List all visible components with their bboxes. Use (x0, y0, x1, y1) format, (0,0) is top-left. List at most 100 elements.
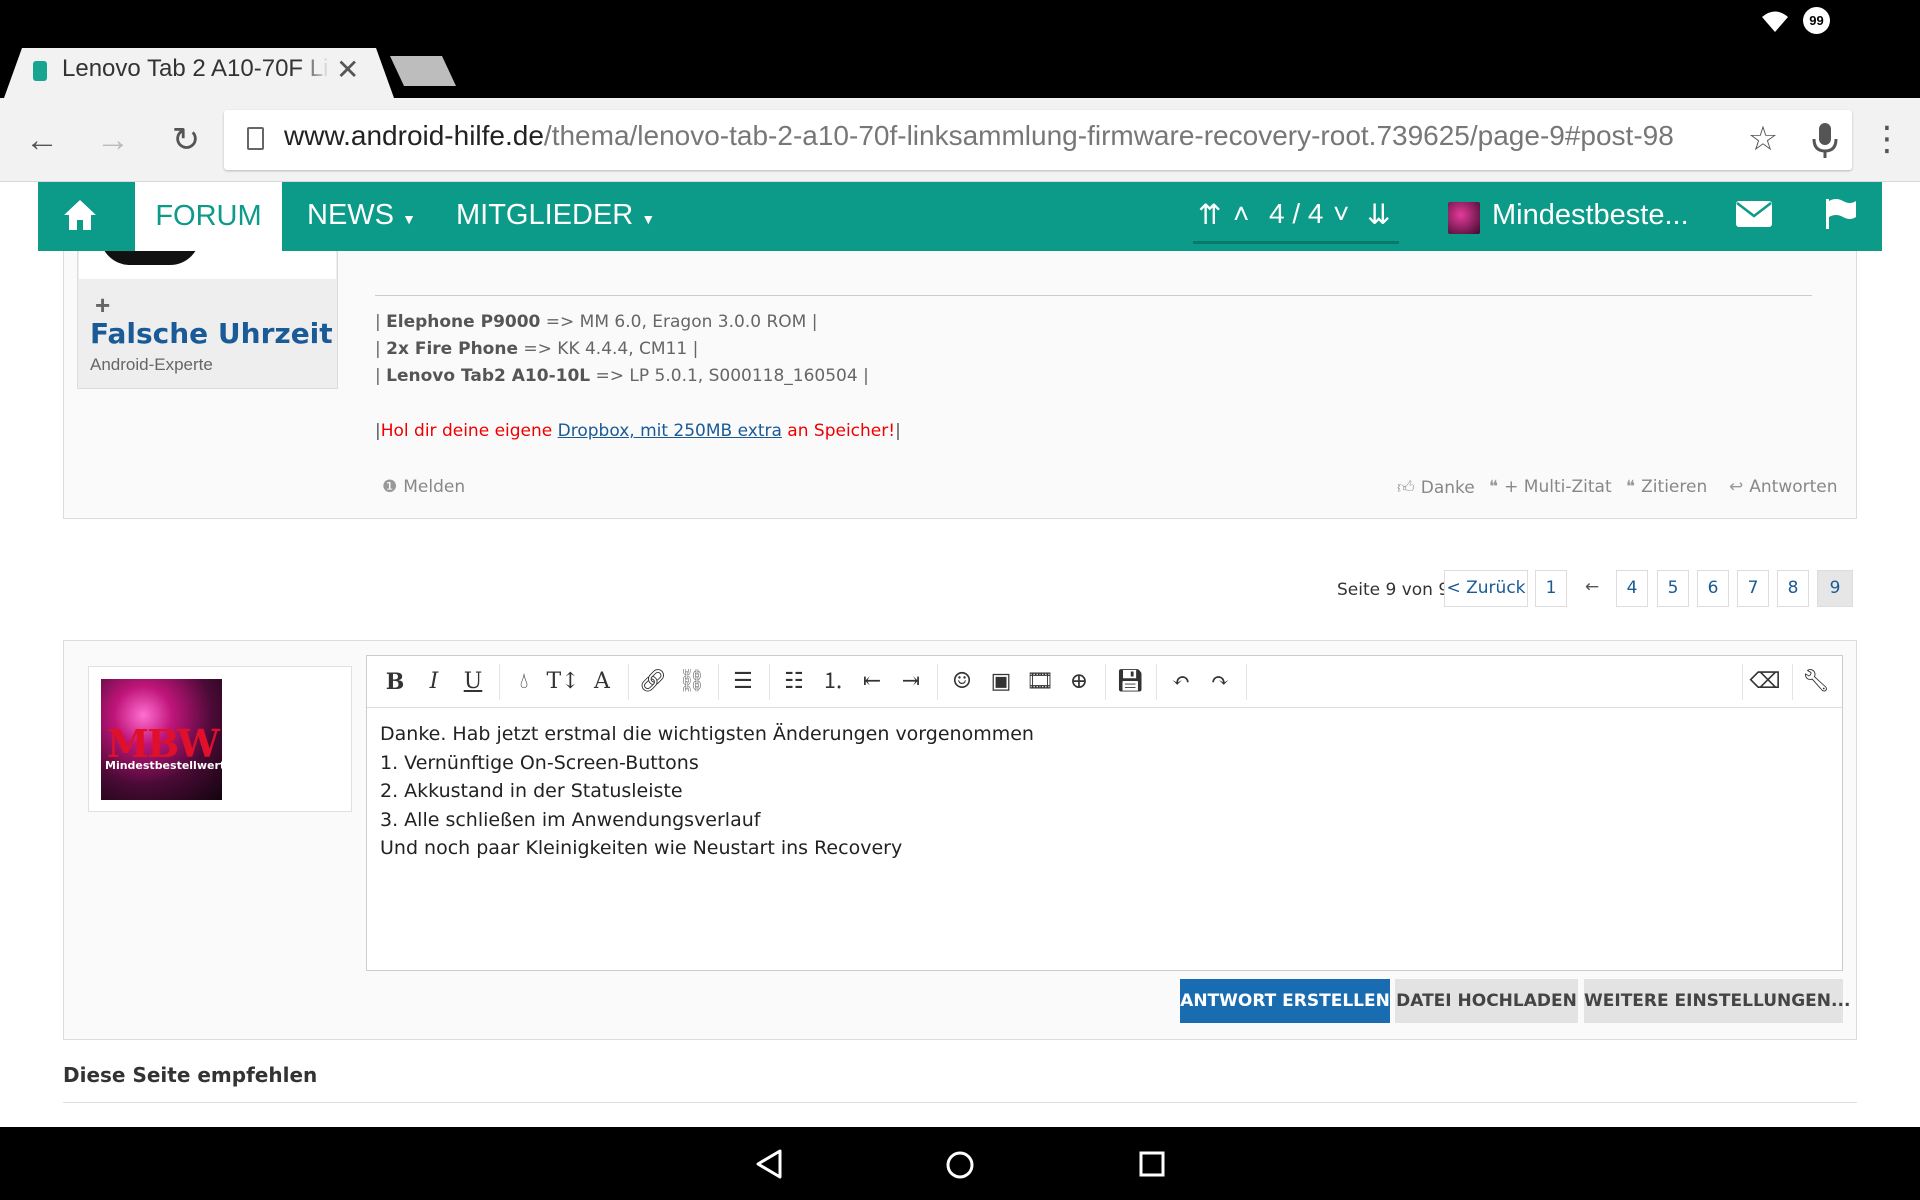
pagination-page[interactable]: 1 (1535, 570, 1567, 607)
recommend-divider (63, 1102, 1857, 1103)
bold-icon[interactable]: B (377, 664, 413, 700)
nav-username[interactable]: Mindestbeste... (1492, 199, 1689, 232)
tab-title-fade (300, 55, 330, 89)
align-icon[interactable]: ☰ (725, 664, 761, 700)
smiley-icon[interactable]: ☺ (944, 664, 980, 700)
signature-device: Elephone P9000 (386, 312, 541, 332)
signature-divider (375, 295, 1812, 296)
bullet-list-icon[interactable]: ☷ (776, 664, 812, 700)
reply-button[interactable]: ↩ Antworten (1729, 477, 1838, 497)
dropbox-link[interactable]: Dropbox, mit 250MB extra (558, 421, 782, 441)
thanks-label: Danke (1420, 478, 1475, 498)
reply-label: Antworten (1749, 477, 1838, 497)
microphone-icon[interactable] (1800, 114, 1850, 164)
report-button[interactable]: ❶ Melden (382, 477, 465, 497)
pagination-page[interactable]: 5 (1657, 570, 1689, 607)
quote-icon: ❝ (1626, 477, 1636, 497)
eraser-icon[interactable]: ⌫ (1747, 664, 1783, 700)
nav-mitglieder[interactable]: MITGLIEDER ▼ (456, 199, 655, 232)
recents-square-icon[interactable] (1139, 1151, 1165, 1177)
pagination-current-page[interactable]: 9 (1817, 570, 1853, 607)
pagination-jump[interactable]: ← (1576, 570, 1608, 607)
reply-arrow-icon: ↩ (1729, 477, 1744, 497)
back-arrow-icon[interactable]: ← (17, 115, 67, 165)
quote-label: Zitieren (1641, 477, 1708, 497)
avatar[interactable] (1448, 202, 1480, 234)
save-draft-icon[interactable]: 💾︎ (1112, 664, 1148, 700)
url-path: /thema/lenovo-tab-2-a10-70f-linksammlung… (543, 120, 1674, 151)
editor-content[interactable]: Danke. Hab jetzt erstmal die wichtigsten… (380, 720, 1034, 863)
flag-icon[interactable] (1824, 197, 1858, 231)
double-chevron-down-icon[interactable]: ⇊ (1367, 198, 1390, 231)
signature-detail: => MM 6.0, Eragon 3.0.0 ROM | (540, 312, 818, 332)
multiquote-label: + Multi-Zitat (1504, 477, 1612, 497)
star-icon[interactable]: ☆ (1738, 114, 1788, 164)
underline-icon[interactable]: U (455, 664, 491, 700)
url-host: www.android-hilfe.de (284, 120, 544, 151)
forward-arrow-icon[interactable]: → (88, 115, 138, 165)
media-icon[interactable]: 🎞︎ (1022, 664, 1058, 700)
info-icon: ❶ (382, 477, 398, 497)
url-text[interactable]: www.android-hilfe.de/thema/lenovo-tab-2-… (284, 120, 1674, 152)
undo-icon[interactable]: ↶ (1163, 664, 1199, 700)
signature-promo: |Hol dir deine eigene Dropbox, mit 250MB… (375, 421, 901, 441)
nav-forum[interactable]: FORUM (135, 182, 282, 251)
text-color-icon[interactable]: 💧︎ (506, 664, 542, 700)
promo-text-end: an Speicher! (781, 421, 896, 441)
font-family-icon[interactable]: A (584, 664, 620, 700)
double-chevron-up-icon[interactable]: ⇈ (1198, 198, 1221, 231)
indent-icon[interactable]: ⇥ (893, 664, 929, 700)
pagination-page[interactable]: 7 (1737, 570, 1769, 607)
signature-line: | Lenovo Tab2 A10-10L => LP 5.0.1, S0001… (375, 366, 869, 386)
page-icon (247, 127, 264, 150)
wrench-icon[interactable]: 🔧︎ (1798, 664, 1834, 700)
signature-device: 2x Fire Phone (386, 339, 518, 359)
quote-button[interactable]: ❝ Zitieren (1626, 477, 1707, 497)
home-icon[interactable] (62, 198, 98, 232)
thumbs-up-icon: 👍︎ (1397, 478, 1415, 498)
back-triangle-icon[interactable] (755, 1149, 783, 1179)
signature-line: | 2x Fire Phone => KK 4.4.4, CM11 | (375, 339, 699, 359)
signature-detail: => LP 5.0.1, S000118_160504 | (590, 366, 869, 386)
pagination-page[interactable]: 6 (1697, 570, 1729, 607)
outdent-icon[interactable]: ⇤ (854, 664, 890, 700)
toolbar-divider (1246, 664, 1247, 700)
chevron-up-icon[interactable]: ˄ (1233, 198, 1249, 230)
font-size-icon[interactable]: T↕ (545, 664, 581, 700)
tab-title: Lenovo Tab 2 A10-70F Linksammlung (62, 55, 327, 82)
more-options-button[interactable]: WEITERE EINSTELLUNGEN... (1584, 979, 1850, 1023)
pagination-prev[interactable]: < Zurück (1444, 570, 1528, 607)
nav-news-label: NEWS (307, 199, 394, 231)
multiquote-button[interactable]: ❝ + Multi-Zitat (1489, 477, 1612, 497)
nav-news[interactable]: NEWS ▼ (307, 199, 416, 232)
italic-icon[interactable]: I (416, 664, 452, 700)
post-author[interactable]: Falsche Uhrzeit (90, 317, 333, 350)
home-circle-icon[interactable] (945, 1150, 975, 1180)
toolbar-divider (718, 664, 719, 700)
toolbar-divider (499, 664, 500, 700)
insert-icon[interactable]: ⊕ (1061, 664, 1097, 700)
more-menu-icon[interactable]: ⋮ (1862, 114, 1912, 164)
link-icon[interactable]: 🔗︎ (635, 664, 671, 700)
numbered-list-icon[interactable]: ⒈ (815, 664, 851, 700)
thanks-button[interactable]: 👍︎ Danke (1397, 477, 1475, 498)
redo-icon[interactable]: ↷ (1202, 664, 1238, 700)
upload-file-button[interactable]: DATEI HOCHLADEN (1395, 979, 1578, 1023)
pagination-page[interactable]: 8 (1777, 570, 1809, 607)
avatar-logo-subtext: Mindestbestellwert (105, 759, 226, 772)
close-icon[interactable]: ✕ (336, 53, 359, 86)
quote-icon: ❝ (1489, 477, 1499, 497)
chevron-down-icon[interactable]: ˅ (1333, 198, 1349, 230)
toolbar-divider (769, 664, 770, 700)
reload-icon[interactable]: ↻ (161, 115, 211, 165)
image-icon[interactable]: ▣ (983, 664, 1019, 700)
submit-reply-button[interactable]: ANTWORT ERSTELLEN (1180, 979, 1390, 1023)
mail-icon[interactable] (1736, 201, 1772, 227)
unlink-icon[interactable]: ⛓︎ (674, 664, 710, 700)
pagination-page[interactable]: 4 (1616, 570, 1648, 607)
toolbar-divider (1156, 664, 1157, 700)
avatar[interactable]: MBW Mindestbestellwert (101, 679, 226, 800)
post-pager: ⇈ ˄ 4 / 4 ˅ ⇊ (1193, 196, 1399, 244)
signature-device: Lenovo Tab2 A10-10L (386, 366, 591, 386)
toolbar-divider (628, 664, 629, 700)
